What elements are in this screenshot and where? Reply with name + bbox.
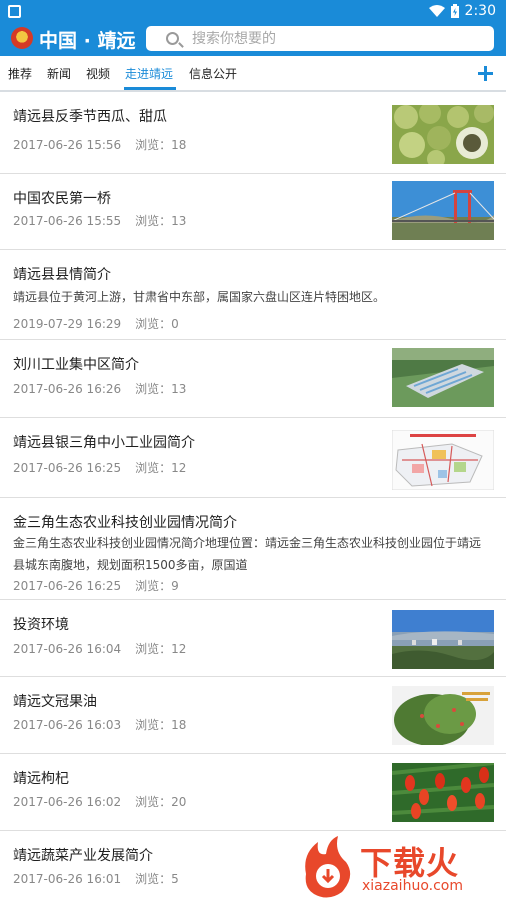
article-views: 浏览：13 xyxy=(135,382,187,396)
list-item[interactable]: 靖远县银三角中小工业园简介 2017-06-26 16:25 浏览：12 xyxy=(0,418,506,498)
article-title: 靖远文冠果油 xyxy=(13,694,97,710)
article-views: 浏览：9 xyxy=(135,579,179,593)
article-views: 浏览：20 xyxy=(135,795,187,809)
article-meta: 2017-06-26 16:03 浏览：18 xyxy=(13,716,186,733)
article-meta: 2017-06-26 15:56 浏览：18 xyxy=(13,136,186,153)
article-views: 浏览：12 xyxy=(135,461,187,475)
thumbnail-tree xyxy=(392,686,494,745)
search-box[interactable] xyxy=(146,26,494,51)
article-meta: 2017-06-26 16:02 浏览：20 xyxy=(13,793,186,810)
thumbnail-park-map xyxy=(392,430,494,490)
app-title: 中国 · 靖远 xyxy=(39,30,136,52)
article-title: 靖远县银三角中小工业园简介 xyxy=(13,435,195,451)
search-input[interactable] xyxy=(192,26,472,51)
article-meta: 2017-06-26 16:25 浏览：12 xyxy=(13,459,186,476)
article-date: 2017-06-26 16:02 xyxy=(13,795,122,809)
article-date: 2017-06-26 16:01 xyxy=(13,872,122,886)
thumbnail-bridge xyxy=(392,181,494,240)
tab-video[interactable]: 视频 xyxy=(86,65,110,82)
active-tab-indicator xyxy=(124,87,176,90)
list-item[interactable]: 靖远枸杞 2017-06-26 16:02 浏览：20 xyxy=(0,754,506,831)
search-icon xyxy=(166,32,179,45)
article-title: 投资环境 xyxy=(13,617,69,633)
article-views: 浏览：12 xyxy=(135,642,187,656)
list-item[interactable]: 中国农民第一桥 2017-06-26 15:55 浏览：13 xyxy=(0,174,506,250)
status-bar: 2:30 xyxy=(0,0,506,24)
article-list: 靖远县反季节西瓜、甜瓜 2017-06-26 15:56 浏览：18 中国农民第一… xyxy=(0,92,506,900)
article-title: 刘川工业集中区简介 xyxy=(13,357,139,373)
article-title: 靖远蔬菜产业发展简介 xyxy=(13,848,153,864)
article-date: 2017-06-26 16:26 xyxy=(13,382,122,396)
article-date: 2017-06-26 16:25 xyxy=(13,579,122,593)
tab-recommend[interactable]: 推荐 xyxy=(8,65,32,82)
thumbnail-city-view xyxy=(392,610,494,669)
article-meta: 2017-06-26 16:26 浏览：13 xyxy=(13,380,186,397)
article-date: 2017-06-26 16:25 xyxy=(13,461,122,475)
watermark-url: xiazaihuo.com xyxy=(362,878,463,894)
article-summary: 靖远县位于黄河上游，甘肃省中东部，属国家六盘山区连片特困地区。 xyxy=(13,290,386,304)
wifi-icon xyxy=(428,4,445,17)
article-date: 2017-06-26 16:03 xyxy=(13,718,122,732)
tab-info-public[interactable]: 信息公开 xyxy=(189,65,237,82)
app-header: 中国 · 靖远 xyxy=(0,24,506,56)
article-meta: 2017-06-26 16:25 浏览：9 xyxy=(13,577,179,594)
thumbnail-industrial-park xyxy=(392,348,494,407)
tab-jingyuan[interactable]: 走进靖远 xyxy=(125,65,173,82)
article-date: 2019-07-29 16:29 xyxy=(13,317,122,331)
article-views: 浏览：18 xyxy=(135,138,187,152)
list-item[interactable]: 刘川工业集中区简介 2017-06-26 16:26 浏览：13 xyxy=(0,340,506,418)
list-item[interactable]: 靖远县县情简介 靖远县位于黄河上游，甘肃省中东部，属国家六盘山区连片特困地区。 … xyxy=(0,250,506,340)
article-meta: 2019-07-29 16:29 浏览：0 xyxy=(13,315,179,332)
article-meta: 2017-06-26 16:01 浏览：5 xyxy=(13,870,179,887)
battery-icon xyxy=(450,4,459,18)
article-meta: 2017-06-26 16:04 浏览：12 xyxy=(13,640,186,657)
notification-icon xyxy=(8,5,21,18)
tab-news[interactable]: 新闻 xyxy=(47,65,71,82)
article-date: 2017-06-26 15:56 xyxy=(13,138,122,152)
article-title: 金三角生态农业科技创业园情况简介 xyxy=(13,515,237,531)
list-item[interactable]: 投资环境 2017-06-26 16:04 浏览：12 xyxy=(0,600,506,677)
list-item[interactable]: 金三角生态农业科技创业园情况简介 金三角生态农业科技创业园情况简介地理位置：靖远… xyxy=(0,498,506,600)
watermark-logo: 下载火 xiazaihuo.com xyxy=(298,836,506,900)
article-title: 靖远县反季节西瓜、甜瓜 xyxy=(13,109,167,125)
article-views: 浏览：5 xyxy=(135,872,179,886)
article-date: 2017-06-26 15:55 xyxy=(13,214,122,228)
category-tabs: 推荐 新闻 视频 走进靖远 信息公开 xyxy=(0,56,506,92)
list-item[interactable]: 靖远县反季节西瓜、甜瓜 2017-06-26 15:56 浏览：18 xyxy=(0,92,506,174)
add-channel-icon[interactable] xyxy=(472,60,498,86)
article-summary: 金三角生态农业科技创业园情况简介地理位置：靖远金三角生态农业科技创业园位于靖远县… xyxy=(13,536,482,572)
article-views: 浏览：13 xyxy=(135,214,187,228)
emblem-icon xyxy=(11,27,33,49)
thumbnail-melons xyxy=(392,105,494,164)
list-item[interactable]: 靖远文冠果油 2017-06-26 16:03 浏览：18 xyxy=(0,677,506,754)
article-views: 浏览：18 xyxy=(135,718,187,732)
status-time: 2:30 xyxy=(464,3,496,19)
thumbnail-goji xyxy=(392,763,494,822)
article-date: 2017-06-26 16:04 xyxy=(13,642,122,656)
article-title: 靖远县县情简介 xyxy=(13,267,111,283)
article-views: 浏览：0 xyxy=(135,317,179,331)
article-meta: 2017-06-26 15:55 浏览：13 xyxy=(13,212,186,229)
article-title: 中国农民第一桥 xyxy=(13,191,111,207)
article-title: 靖远枸杞 xyxy=(13,771,69,787)
